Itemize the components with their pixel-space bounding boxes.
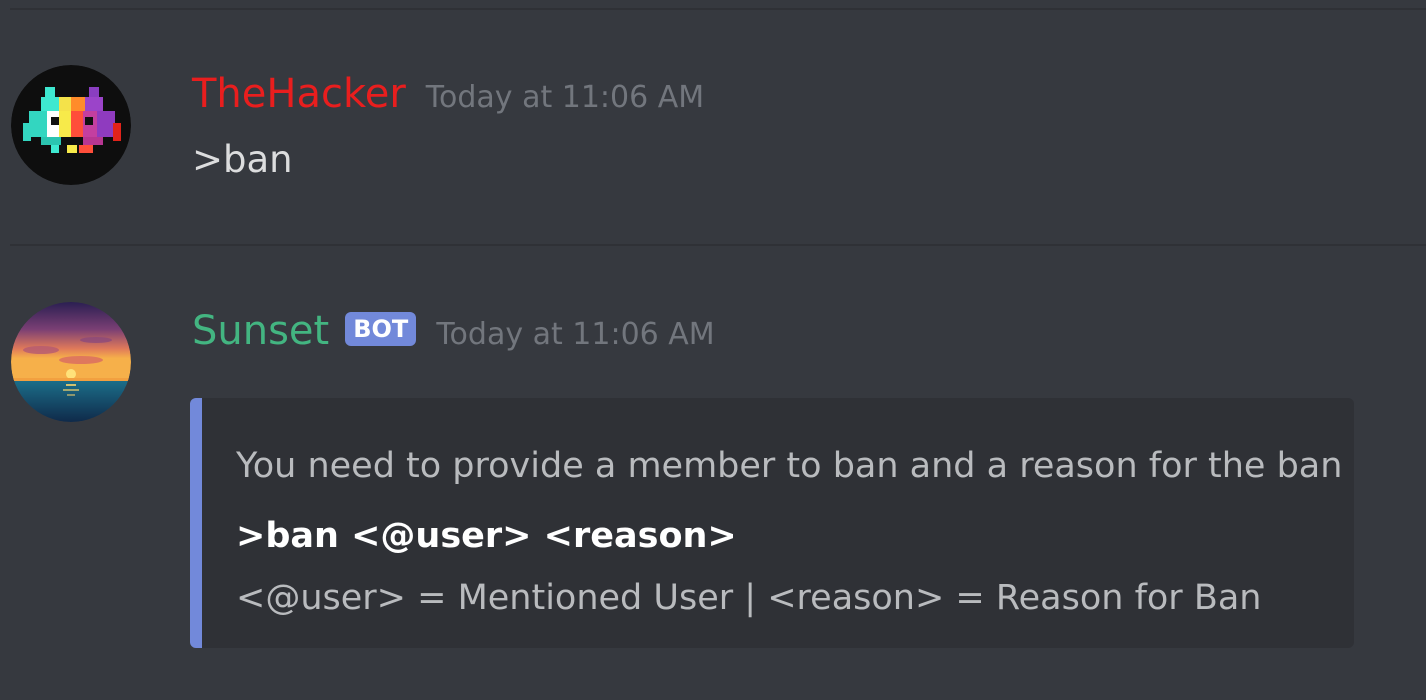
sunset-avatar[interactable] [11, 302, 131, 422]
username[interactable]: Sunset [192, 307, 329, 355]
message-divider [10, 244, 1426, 246]
message-header: Sunset BOT Today at 11:06 AM [192, 307, 715, 355]
message-content: >ban [192, 138, 293, 181]
timestamp: Today at 11:06 AM [425, 80, 705, 115]
message-header: TheHacker Today at 11:06 AM [192, 70, 704, 118]
bot-badge: BOT [345, 312, 417, 346]
space-invader-avatar[interactable] [11, 65, 131, 185]
avatar-sunset-icon [11, 302, 131, 422]
embed-usage: >ban <@user> <reason> [236, 516, 737, 556]
avatar-space-invader-icon [11, 65, 131, 185]
username[interactable]: TheHacker [192, 70, 406, 118]
embed-description: You need to provide a member to ban and … [236, 446, 1343, 486]
embed: You need to provide a member to ban and … [190, 398, 1354, 648]
message-divider-top [10, 8, 1426, 10]
embed-legend: <@user> = Mentioned User | <reason> = Re… [236, 578, 1262, 618]
timestamp: Today at 11:06 AM [436, 317, 715, 352]
